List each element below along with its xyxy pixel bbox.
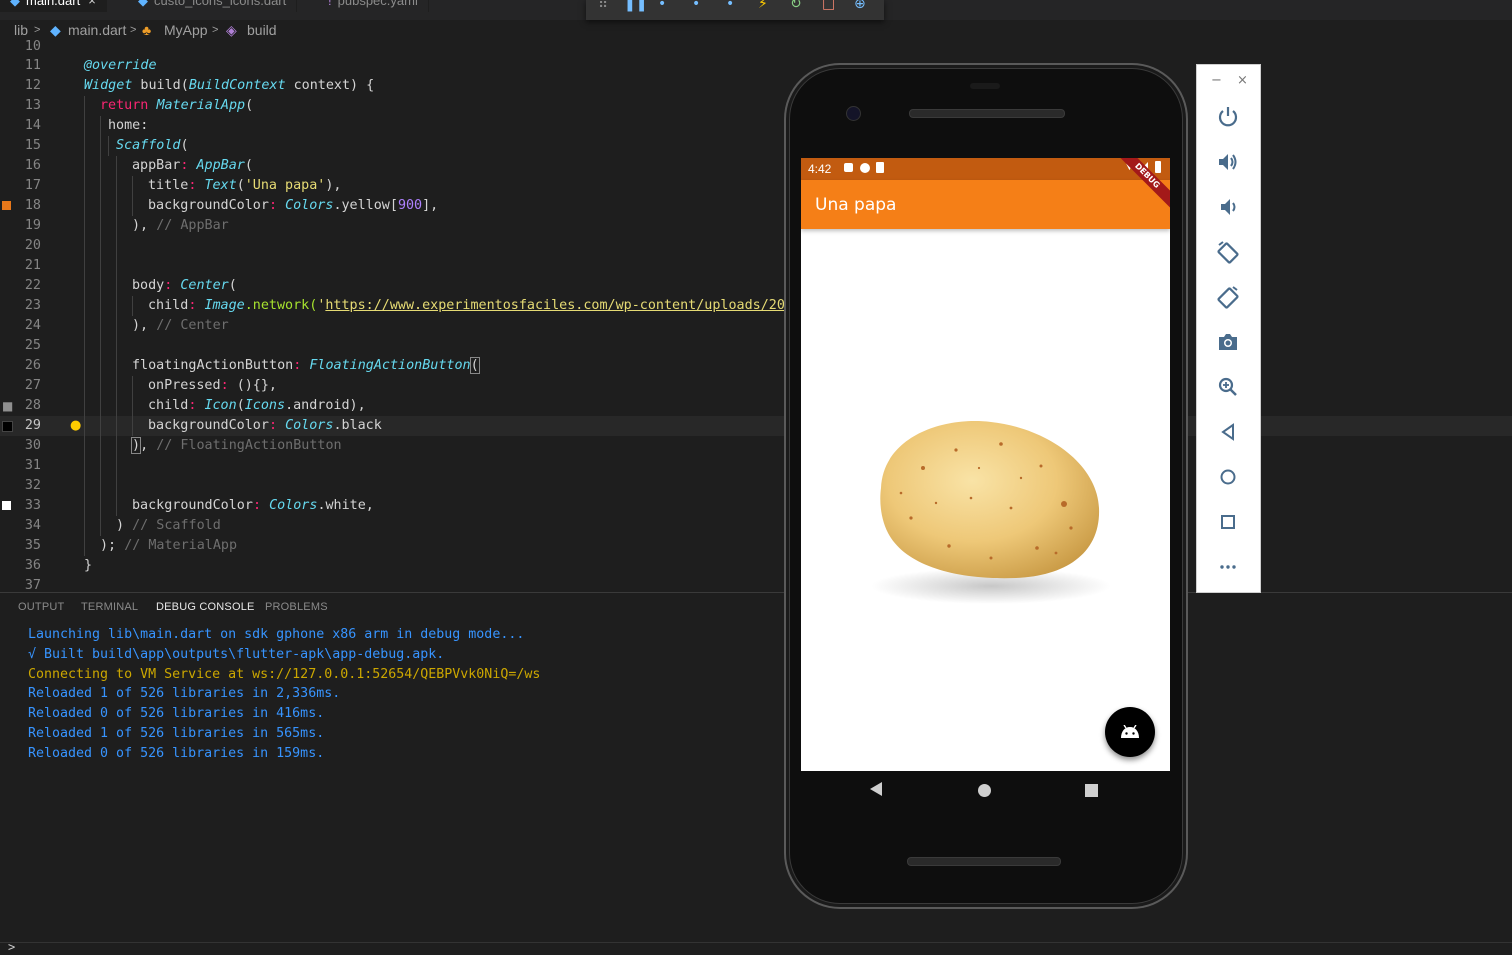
- console-line: Reloaded 0 of 526 libraries in 416ms.: [28, 706, 325, 722]
- code-line: 16 appBar: AppBar(: [0, 156, 1512, 176]
- bottom-speaker: [907, 857, 1061, 866]
- code-line: 22 body: Center(: [0, 276, 1512, 296]
- code-line: 26 floatingActionButton: FloatingActionBu…: [0, 356, 1512, 376]
- console-input-bar[interactable]: >: [0, 940, 1512, 955]
- earpiece-speaker: [909, 109, 1065, 118]
- devtools-icon[interactable]: ⊕: [854, 0, 866, 14]
- power-icon[interactable]: [1215, 104, 1241, 130]
- console-line: Reloaded 1 of 526 libraries in 2,336ms.: [28, 686, 341, 702]
- console-line: Reloaded 1 of 526 libraries in 565ms.: [28, 726, 325, 741]
- android-icon: [1121, 725, 1139, 738]
- notification-icon: [844, 163, 853, 172]
- emulator-controls-panel: − ×: [1196, 64, 1261, 593]
- bottom-panel: OUTPUT TERMINAL DEBUG CONSOLE PROBLEMS L…: [0, 592, 1512, 943]
- volume-down-icon[interactable]: [1215, 194, 1241, 220]
- close-button[interactable]: ×: [1237, 73, 1248, 88]
- code-line: 14 home:: [0, 116, 1512, 136]
- code-line: 13 return MaterialApp(: [0, 96, 1512, 116]
- recents-icon[interactable]: [1085, 784, 1098, 797]
- console-line: √ Built build\app\outputs\flutter-apk\ap…: [28, 646, 445, 662]
- code-line: ■ 28 child: Icon(Icons.android),: [0, 396, 1512, 416]
- home-icon[interactable]: [978, 784, 991, 797]
- code-line: 35); // MaterialApp: [0, 536, 1512, 556]
- more-icon[interactable]: [1215, 554, 1241, 580]
- code-line: 31: [0, 456, 1512, 476]
- volume-up-icon[interactable]: [1215, 149, 1241, 175]
- dart-file-icon: ◆: [138, 0, 148, 8]
- restart-icon[interactable]: ↻: [790, 0, 802, 14]
- code-editor[interactable]: 10 11 @override 12 Widget build(BuildConte…: [0, 39, 1512, 593]
- app-bar: Una papa: [801, 180, 1170, 229]
- back-icon[interactable]: [1215, 419, 1241, 445]
- code-line: 23 child: Image.network('https://www.expe…: [0, 296, 1512, 316]
- android-status-bar: 4:42 ▼: [801, 158, 1170, 180]
- status-time: 4:42: [808, 162, 832, 176]
- drag-handle-icon[interactable]: ⠿: [598, 0, 608, 14]
- home-icon[interactable]: [1215, 464, 1241, 490]
- lightbulb-icon[interactable]: ●: [70, 416, 81, 436]
- step-into-icon[interactable]: •: [692, 0, 700, 14]
- code-line: 15 Scaffold(: [0, 136, 1512, 156]
- code-line: 21: [0, 256, 1512, 276]
- console-line: Launching lib\main.dart on sdk gphone x8…: [28, 627, 525, 642]
- potato-image: [871, 421, 1111, 604]
- code-line: 10: [24, 39, 41, 54]
- minimize-button[interactable]: −: [1211, 73, 1222, 88]
- code-line: 12 Widget build(BuildContext context) {: [24, 78, 375, 93]
- code-line: 20: [0, 236, 1512, 256]
- floating-action-button[interactable]: [1105, 707, 1155, 757]
- tab-custo-icons[interactable]: ◆ custo_icons_icons.dart: [128, 0, 298, 12]
- step-out-icon[interactable]: •: [726, 0, 734, 14]
- battery-icon: [1155, 161, 1161, 173]
- code-line: 19), // AppBar: [0, 216, 1512, 236]
- tab-pubspec[interactable]: ! pubspec.yaml: [318, 0, 429, 12]
- stop-icon[interactable]: □: [822, 0, 835, 14]
- overview-icon[interactable]: [1215, 509, 1241, 535]
- image-url-link[interactable]: https://www.experimentosfaciles.com/wp-c…: [325, 298, 785, 313]
- sd-card-icon: [876, 162, 884, 173]
- code-line: 36}: [24, 558, 93, 573]
- close-tab-icon[interactable]: ×: [88, 0, 96, 8]
- sensor: [970, 83, 1000, 89]
- code-line: 32: [0, 476, 1512, 496]
- app-screen: 4:42 ▼ Una papa DEBUG: [801, 158, 1170, 771]
- code-line: 34) // Scaffold: [0, 516, 1512, 536]
- code-line: 17 title: Text('Una papa'),: [0, 176, 1512, 196]
- tab-problems[interactable]: PROBLEMS: [265, 601, 328, 613]
- step-over-icon[interactable]: •: [658, 0, 666, 14]
- tab-terminal[interactable]: TERMINAL: [81, 601, 138, 613]
- console-line: Reloaded 0 of 526 libraries in 159ms.: [28, 745, 325, 761]
- dart-file-icon: ◆: [10, 0, 20, 8]
- rotate-right-icon[interactable]: [1215, 284, 1241, 310]
- zoom-icon[interactable]: [1215, 374, 1241, 400]
- code-line: 33 backgroundColor: Colors.white,: [0, 496, 1512, 516]
- code-line: 11 @override: [24, 58, 157, 73]
- code-line: 24), // Center: [0, 316, 1512, 336]
- tab-output[interactable]: OUTPUT: [18, 601, 64, 613]
- back-icon[interactable]: [870, 782, 882, 796]
- tab-main-dart[interactable]: ◆ main.dart ×: [0, 0, 107, 12]
- front-camera: [846, 106, 861, 121]
- code-line: 18 backgroundColor: Colors.yellow[900],: [0, 196, 1512, 216]
- camera-icon[interactable]: [1215, 329, 1241, 355]
- console-prompt: >: [8, 940, 16, 954]
- yaml-file-icon: !: [328, 0, 332, 8]
- app-bar-title: Una papa: [815, 195, 897, 215]
- rotate-left-icon[interactable]: [1215, 239, 1241, 265]
- tab-debug-console[interactable]: DEBUG CONSOLE: [156, 601, 255, 613]
- debug-toolbar: ⠿ ❚❚ • • • ⚡ ↻ □ ⊕: [586, 0, 884, 20]
- notification-icon: [860, 163, 870, 173]
- code-line: 30), // FloatingActionButton: [0, 436, 1512, 456]
- code-line: 25: [0, 336, 1512, 356]
- code-line: 27 onPressed: (){},: [0, 376, 1512, 396]
- code-line-current: 29 ● backgroundColor: Colors.black: [0, 416, 1512, 436]
- hot-reload-icon[interactable]: ⚡: [758, 0, 768, 14]
- pause-icon[interactable]: ❚❚: [624, 0, 647, 14]
- console-line: Connecting to VM Service at ws://127.0.0…: [28, 666, 541, 682]
